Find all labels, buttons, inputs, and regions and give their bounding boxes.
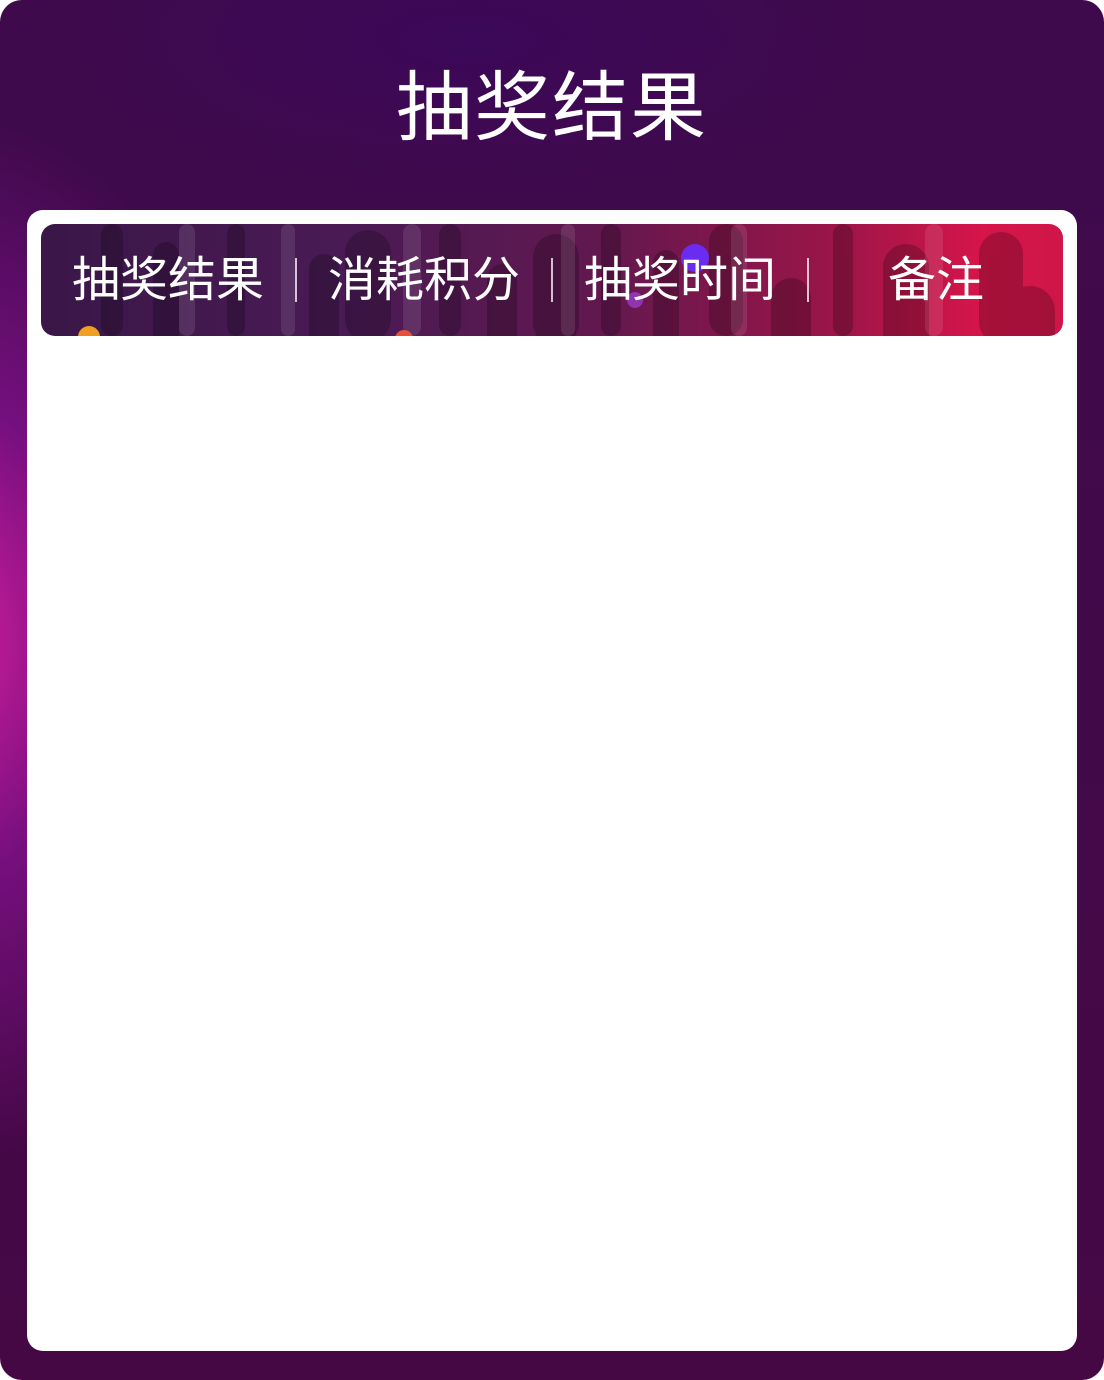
column-header-time: 抽奖时间 [583,252,776,308]
column-header-result: 抽奖结果 [71,252,264,308]
table-header: 抽奖结果 消耗积分 抽奖时间 备注 [41,224,1063,336]
column-header-remark: 备注 [887,252,984,308]
column-header-points: 消耗积分 [327,252,520,308]
page-title: 抽奖结果 [396,63,708,152]
result-panel: 抽奖结果 消耗积分 抽奖时间 备注 [27,210,1077,1351]
lottery-result-dialog: 抽奖结果 抽奖结果 消耗积分 抽奖时间 备注 [0,0,1104,1380]
table-header-row: 抽奖结果 消耗积分 抽奖时间 备注 [41,224,1063,336]
